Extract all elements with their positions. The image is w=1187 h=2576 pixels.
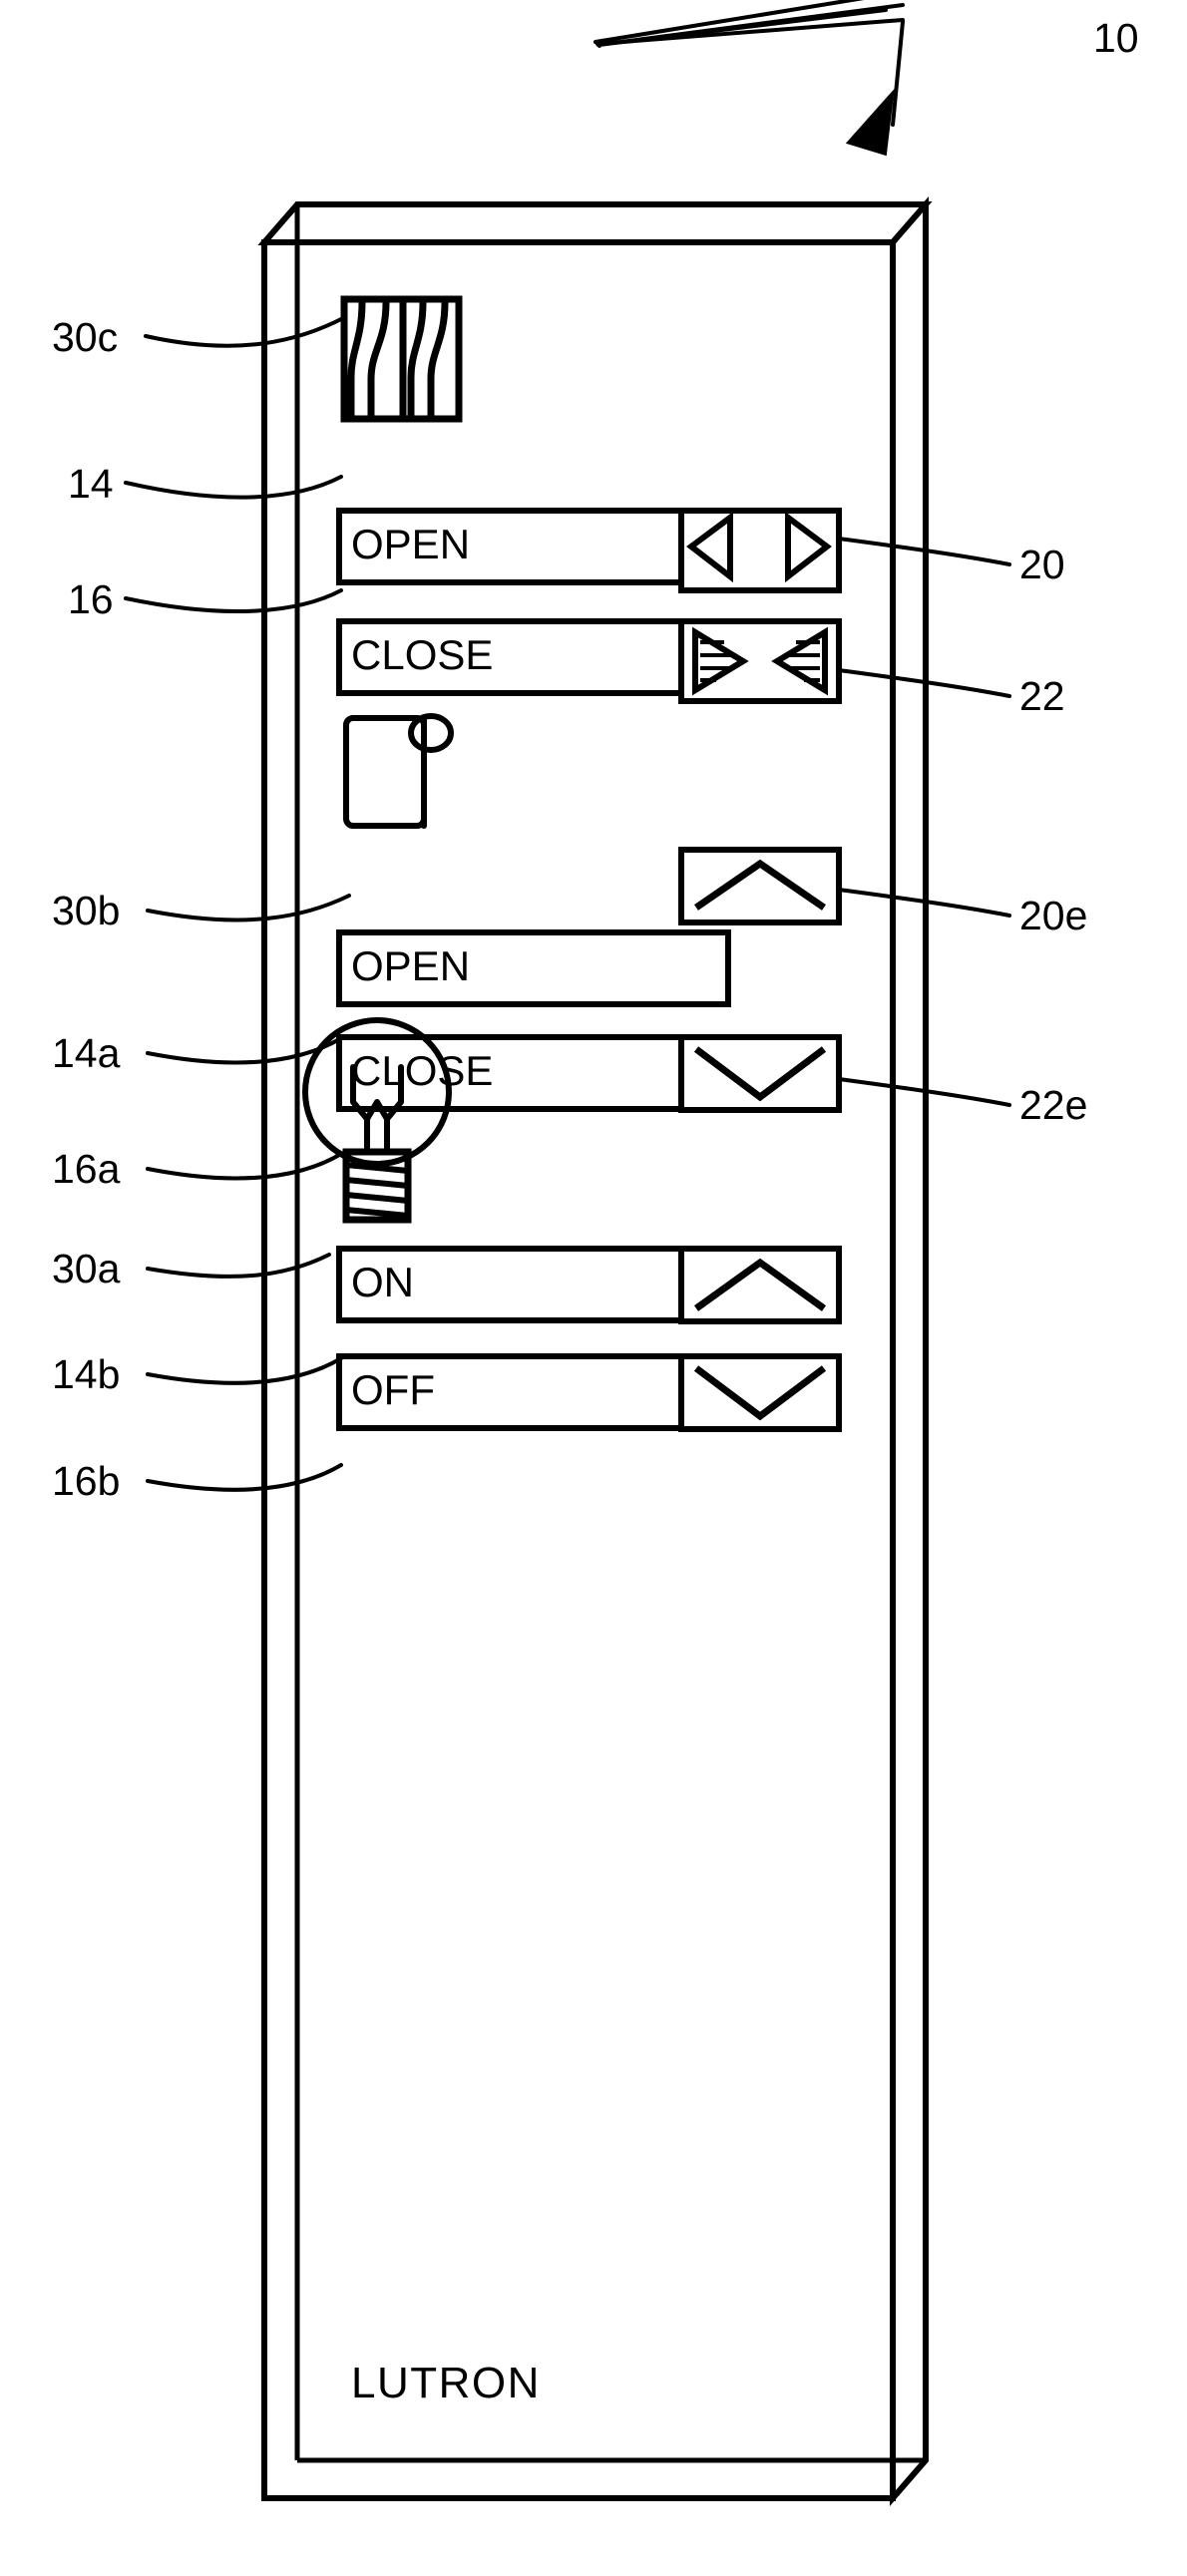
callout-label-16: 16 [68,576,114,622]
callout-label-22: 22 [1019,673,1065,719]
callout-label-20: 20 [1019,542,1065,587]
drapery-open-button-hit[interactable] [339,511,728,582]
drapery-close-button-hit[interactable] [339,621,728,693]
shade-lower-button-hit[interactable] [681,1037,839,1110]
brand-label: LUTRON [351,2359,541,2407]
callout-label-30a: 30a [52,1246,121,1291]
drapery-close-arrows-hit[interactable] [681,621,839,701]
light-lower-button-hit[interactable] [681,1356,839,1429]
callout-label-14b: 14b [52,1351,121,1397]
callout-label-20e: 20e [1019,893,1088,938]
shade-open-button-hit[interactable] [339,932,728,1004]
drapery-open-arrows-hit[interactable] [681,511,839,590]
callout-label-14: 14 [68,461,114,507]
shade-close-button-hit[interactable] [339,1037,728,1109]
patent-figure: 10 30c 14 16 30b 14a 16a 30a 14b 16b 20 … [0,0,1187,2576]
light-raise-button-hit[interactable] [681,1249,839,1321]
device-callout-leader [594,0,905,157]
callout-label-30c: 30c [52,314,119,360]
shade-raise-button-hit[interactable] [681,850,839,922]
device-callout-label: 10 [1093,15,1139,61]
callout-label-30b: 30b [52,888,121,933]
callout-label-14a: 14a [52,1030,121,1076]
light-on-button-hit[interactable] [339,1249,728,1320]
callout-label-16a: 16a [52,1146,121,1192]
callout-label-22e: 22e [1019,1082,1088,1128]
callout-label-16b: 16b [52,1458,121,1504]
light-off-button-hit[interactable] [339,1356,728,1428]
